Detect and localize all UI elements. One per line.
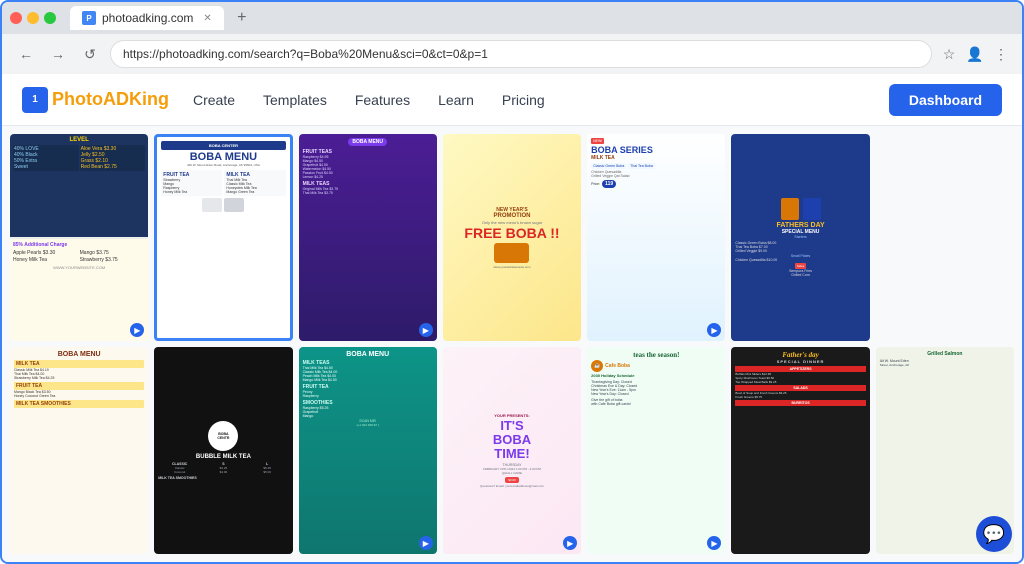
template-row-2: BOBA MENU MILK TEA Classic Milk Tea $4.1…	[10, 347, 1014, 554]
address-icons: ☆ 👤 ⋮	[940, 45, 1010, 63]
logo-icon: 1	[22, 87, 48, 113]
template-card-boba-center[interactable]: BOBA CENTER BOBA MENU 446 W. Mount Eden …	[154, 134, 292, 341]
site-logo: 1 PhotoADKing	[22, 87, 169, 113]
logo-main: PhotoADK	[52, 89, 142, 109]
template-card-new-year[interactable]: NEW YEAR'S PROMOTION Only the new menu's…	[443, 134, 581, 341]
nav-learn[interactable]: Learn	[438, 92, 474, 108]
active-tab[interactable]: P photoadking.com ✕	[70, 6, 224, 30]
tab-label: photoadking.com	[102, 11, 193, 25]
template-grid: LEVEL 40% LOVE 40% Black 50% Extra Sweet…	[2, 126, 1022, 562]
nav-features[interactable]: Features	[355, 92, 410, 108]
nav-pricing[interactable]: Pricing	[502, 92, 545, 108]
template-card-boba-series[interactable]: NEW! BOBA SERIES MILK TEA Classic Green …	[587, 134, 725, 341]
template-card-level[interactable]: LEVEL 40% LOVE 40% Black 50% Extra Sweet…	[10, 134, 148, 341]
boba-centr-circle-logo: BOBACENTR	[208, 421, 238, 451]
template-card-fathers-day-blue[interactable]: FATHERS DAY SPECIAL MENU Starters Classi…	[731, 134, 869, 341]
new-tab-btn[interactable]: +	[230, 6, 254, 30]
browser-window: P photoadking.com ✕ + ← → ↺ https://phot…	[0, 0, 1024, 564]
card-select-r2-3[interactable]: ▶	[419, 536, 433, 550]
content-area: LEVEL 40% LOVE 40% Black 50% Extra Sweet…	[2, 126, 1022, 562]
logo-accent: ing	[142, 89, 169, 109]
card-select-5[interactable]: ▶	[707, 323, 721, 337]
traffic-lights	[10, 12, 56, 24]
tab-close-btn[interactable]: ✕	[203, 13, 211, 24]
close-window-btn[interactable]	[10, 12, 22, 24]
tab-bar: P photoadking.com ✕ +	[2, 2, 1022, 34]
site-nav: 1 PhotoADKing Create Templates Features …	[2, 74, 1022, 126]
refresh-btn[interactable]: ↺	[78, 42, 102, 66]
back-btn[interactable]: ←	[14, 42, 38, 66]
forward-btn[interactable]: →	[46, 42, 70, 66]
template-card-boba-time[interactable]: YOUR PRESENTS: IT'SBOBATIME! THURSDAY FE…	[443, 347, 581, 554]
profile-icon[interactable]: 👤	[966, 45, 984, 63]
template-card-boba-menu-milk[interactable]: BOBA MENU MILK TEA Classic Milk Tea $4.1…	[10, 347, 148, 554]
template-card-boba-menu-teal[interactable]: BOBA MENU MILK TEAS Thai Milk Tea $4.50 …	[299, 347, 437, 554]
nav-create[interactable]: Create	[193, 92, 235, 108]
menu-icon[interactable]: ⋮	[992, 45, 1010, 63]
nav-templates[interactable]: Templates	[263, 92, 327, 108]
nav-links: Create Templates Features Learn Pricing	[193, 92, 889, 108]
card-select-3[interactable]: ▶	[419, 323, 433, 337]
template-row-1: LEVEL 40% LOVE 40% Black 50% Extra Sweet…	[10, 134, 1014, 341]
template-card-boba-centr-circle[interactable]: BOBACENTR BUBBLE MILK TEA CLASSIC S L Cl…	[154, 347, 292, 554]
dashboard-btn[interactable]: Dashboard	[889, 84, 1002, 116]
card-select-r2-5[interactable]: ▶	[707, 536, 721, 550]
template-card-fathers-day-dinner[interactable]: Father's day SPECIAL DINNER APPETIZERS B…	[731, 347, 869, 554]
chat-button[interactable]: 💬	[976, 516, 1012, 552]
tab-favicon: P	[82, 11, 96, 25]
maximize-window-btn[interactable]	[44, 12, 56, 24]
template-card-boba-menu-purple[interactable]: BOBA MENU FRUIT TEAS Raspberry $4.95 Man…	[299, 134, 437, 341]
address-bar: ← → ↺ https://photoadking.com/search?q=B…	[2, 34, 1022, 74]
card-select-r2-4[interactable]: ▶	[563, 536, 577, 550]
chat-icon: 💬	[983, 524, 1005, 545]
template-card-teas-season[interactable]: teas the season! ☕ Cafe Boba 2030 Holida…	[587, 347, 725, 554]
url-text: https://photoadking.com/search?q=Boba%20…	[123, 47, 488, 61]
logo-text: PhotoADKing	[52, 89, 169, 110]
minimize-window-btn[interactable]	[27, 12, 39, 24]
bookmark-icon[interactable]: ☆	[940, 45, 958, 63]
url-bar[interactable]: https://photoadking.com/search?q=Boba%20…	[110, 40, 932, 68]
